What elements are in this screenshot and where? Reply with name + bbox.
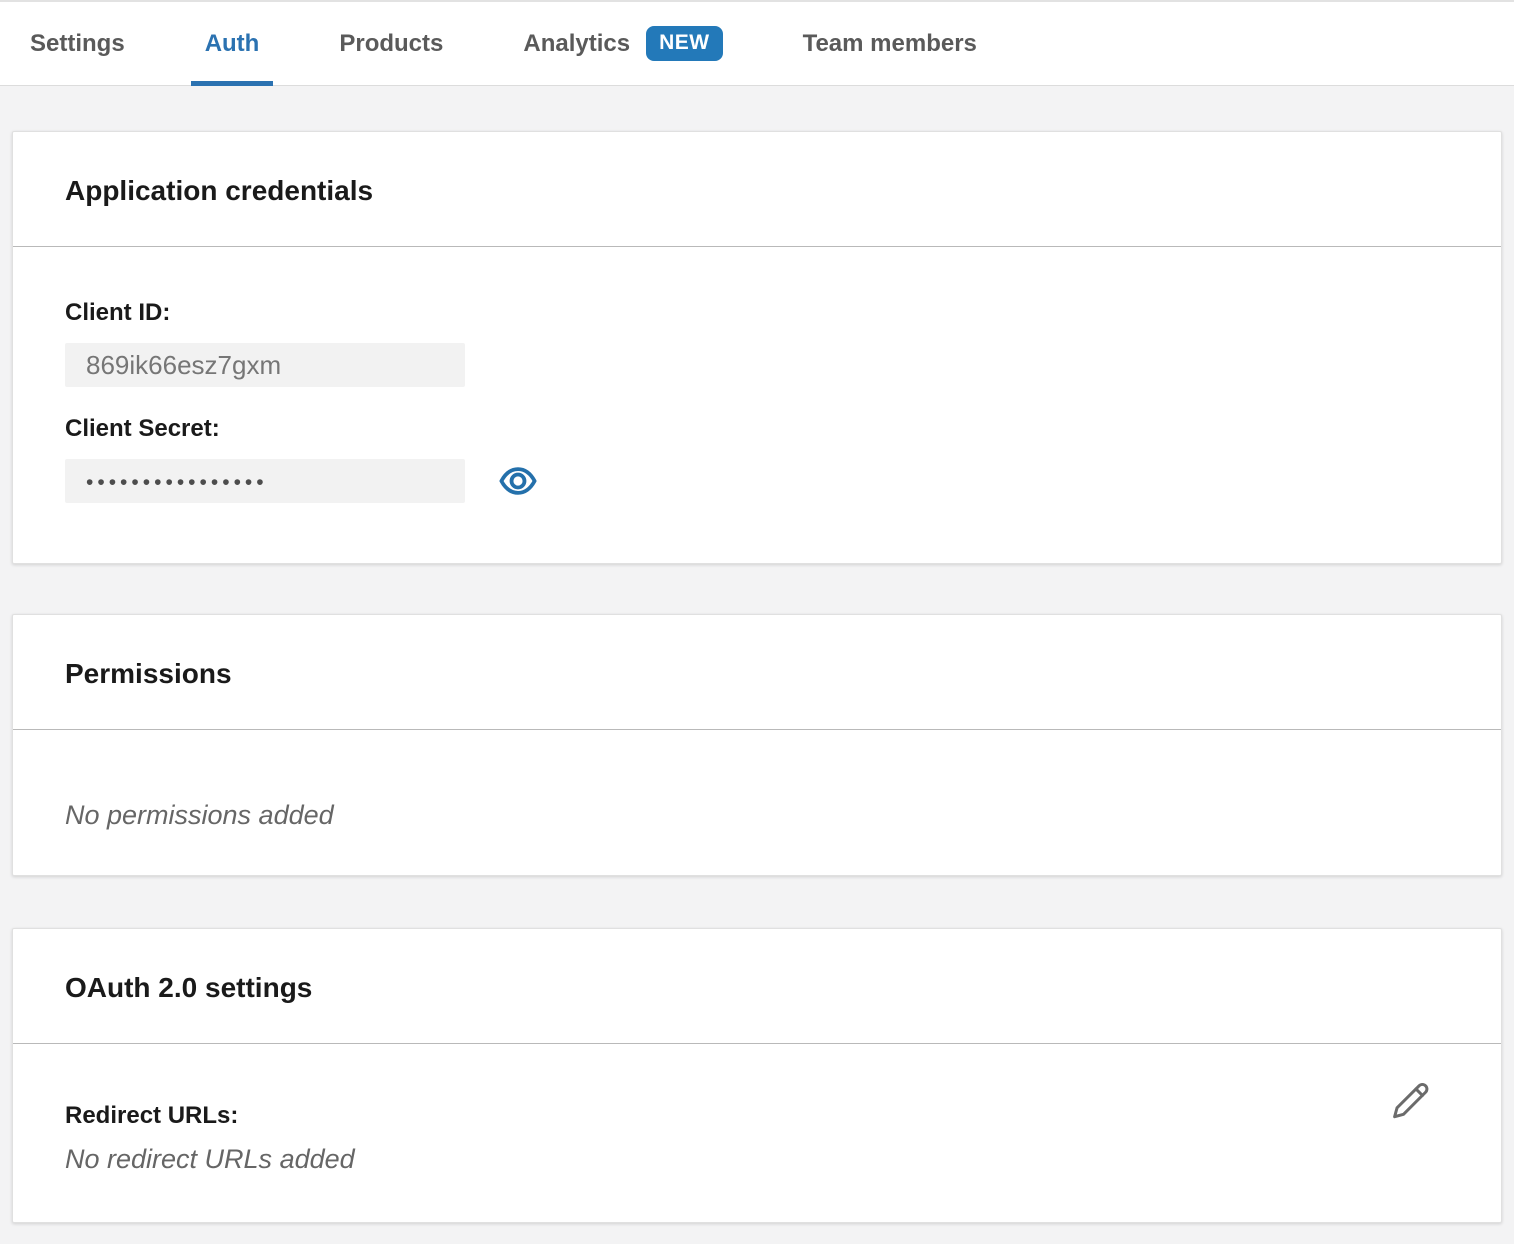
tab-settings[interactable]: Settings — [16, 2, 139, 85]
tab-products[interactable]: Products — [325, 2, 457, 85]
tab-team-members-label: Team members — [803, 30, 977, 58]
reveal-secret-button[interactable] — [495, 461, 541, 501]
client-secret-label: Client Secret: — [65, 415, 1449, 443]
redirect-urls-empty-text: No redirect URLs added — [65, 1144, 1449, 1174]
client-id-field[interactable]: 869ik66esz7gxm — [65, 343, 465, 387]
tab-analytics[interactable]: Analytics NEW — [509, 2, 736, 85]
tab-products-label: Products — [339, 30, 443, 58]
tab-auth-label: Auth — [205, 30, 260, 58]
edit-redirect-urls-button[interactable] — [1385, 1076, 1435, 1129]
oauth-settings-body: Redirect URLs: No redirect URLs added — [13, 1044, 1501, 1222]
application-credentials-body: Client ID: 869ik66esz7gxm Client Secret:… — [13, 247, 1501, 563]
new-badge: NEW — [646, 26, 723, 61]
eye-icon — [499, 465, 537, 497]
oauth-settings-title: OAuth 2.0 settings — [13, 929, 1501, 1044]
pencil-icon — [1389, 1080, 1431, 1122]
application-credentials-card: Application credentials Client ID: 869ik… — [12, 131, 1502, 564]
permissions-card: Permissions No permissions added — [12, 614, 1502, 876]
tab-analytics-label: Analytics — [523, 30, 630, 58]
oauth-settings-card: OAuth 2.0 settings Redirect URLs: No red… — [12, 928, 1502, 1223]
tab-team-members[interactable]: Team members — [789, 2, 991, 85]
client-secret-masked-value: •••••••••••••••• — [86, 468, 268, 495]
tab-bar: Settings Auth Products Analytics NEW Tea… — [0, 0, 1514, 86]
permissions-empty-text: No permissions added — [65, 800, 1449, 830]
tab-settings-label: Settings — [30, 30, 125, 58]
application-credentials-title: Application credentials — [13, 132, 1501, 247]
client-secret-field[interactable]: •••••••••••••••• — [65, 459, 465, 503]
redirect-urls-label: Redirect URLs: — [65, 1102, 1449, 1130]
client-id-label: Client ID: — [65, 299, 1449, 327]
permissions-body: No permissions added — [13, 730, 1501, 875]
client-secret-row: •••••••••••••••• — [65, 459, 1449, 503]
client-id-value: 869ik66esz7gxm — [86, 350, 281, 381]
tab-auth[interactable]: Auth — [191, 2, 274, 85]
permissions-title: Permissions — [13, 615, 1501, 730]
